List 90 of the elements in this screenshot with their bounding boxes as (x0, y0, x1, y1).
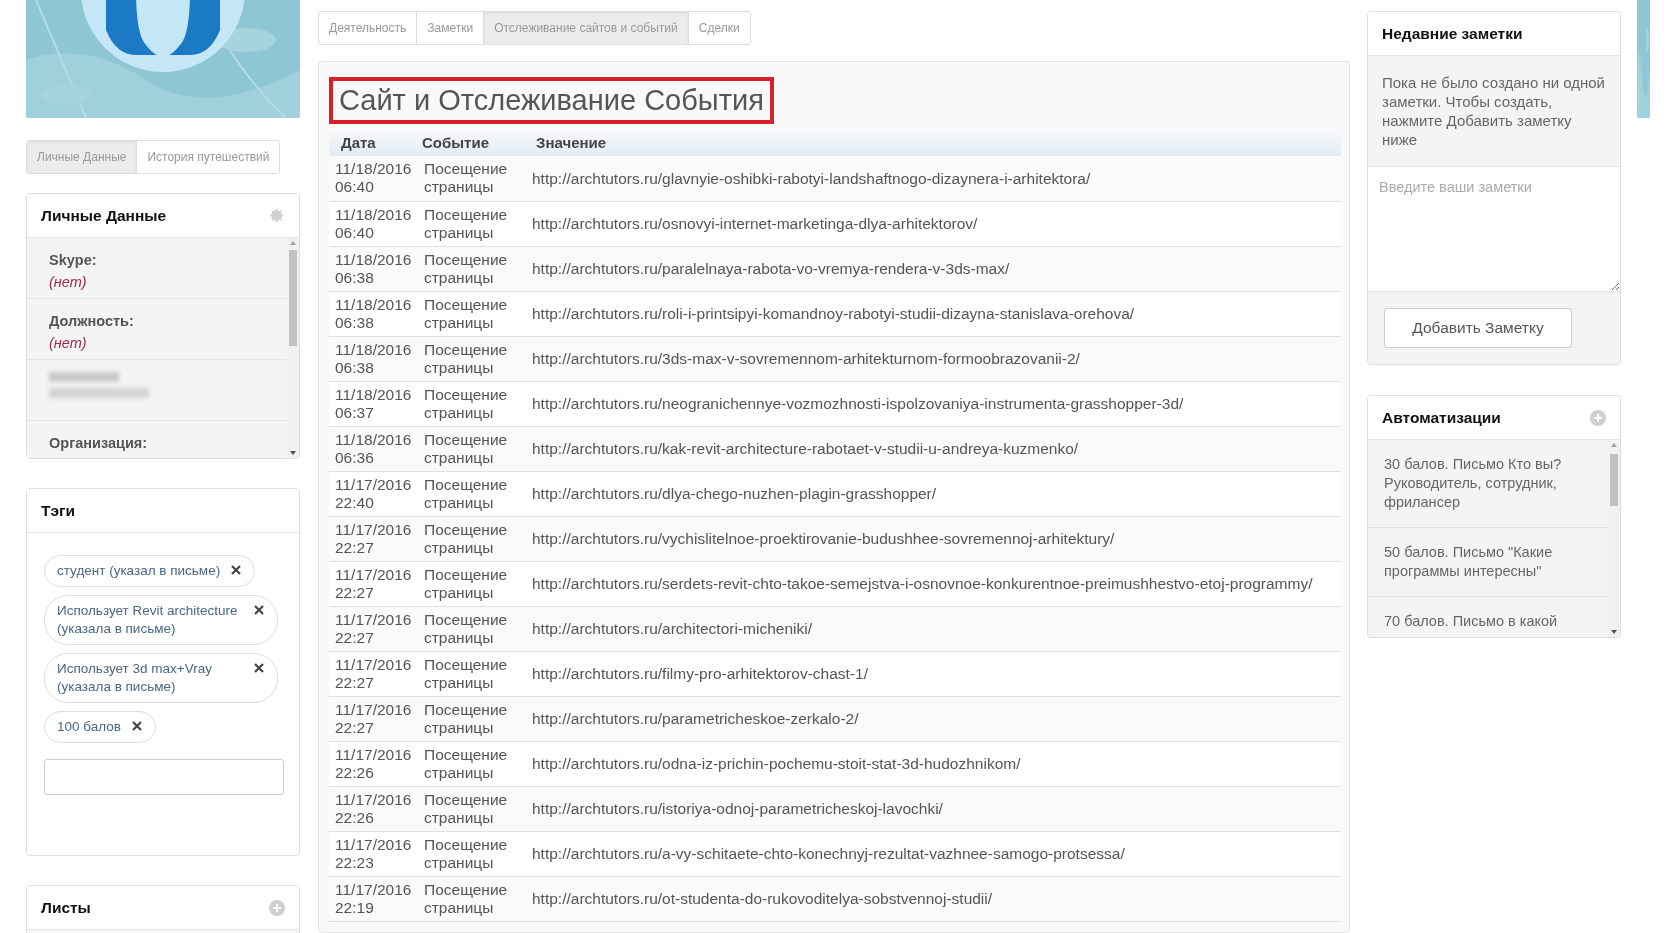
panel-title: Личные Данные (41, 205, 167, 226)
table-cell: 11/17/2016 22:27 (329, 651, 414, 696)
table-cell: Посещение страницы (414, 741, 532, 786)
table-cell: Посещение страницы (414, 876, 532, 921)
table-cell: 11/17/2016 22:27 (329, 516, 414, 561)
table-cell: 11/17/2016 22:27 (329, 696, 414, 741)
table-cell: 11/18/2016 06:38 (329, 336, 414, 381)
panel-title: Недавние заметки (1382, 23, 1523, 44)
table-cell: http://archtutors.ru/neogranichennye-vozmozhnosti-ispolzovaniya-instrumenta-grasshopper-3d/ (532, 381, 1341, 426)
table-cell: http://archtutors.ru/a-vy-schitaete-chto-konechnyj-rezultat-vazhnee-samogo-protsessa/ (532, 831, 1341, 876)
scroll-up-icon[interactable] (1610, 442, 1618, 448)
table-cell: Посещение страницы (414, 471, 532, 516)
panel-title: Листы (41, 897, 91, 918)
table-cell: Посещение страницы (414, 201, 532, 246)
scrollbar[interactable] (1608, 440, 1620, 637)
table-cell: 11/18/2016 06:37 (329, 381, 414, 426)
field-label: Организация: (49, 434, 149, 453)
add-note-button[interactable]: Добавить Заметку (1384, 308, 1572, 348)
close-icon[interactable] (253, 662, 265, 674)
table-cell: Посещение страницы (414, 381, 532, 426)
scrollbar[interactable] (287, 238, 299, 458)
tag-input[interactable] (44, 759, 284, 795)
field-value: (нет) (49, 333, 88, 353)
tag[interactable]: Использует Revit architecture (указала в письме) (44, 595, 278, 645)
table-cell: http://archtutors.ru/parametricheskoe-zerkalo-2/ (532, 696, 1341, 741)
automation-item[interactable]: 70 балов. Письмо в какой (1384, 612, 1592, 631)
table-cell: 11/17/2016 22:26 (329, 741, 414, 786)
table-cell: http://archtutors.ru/dlya-chego-nuzhen-plagin-grasshopper/ (532, 471, 1341, 516)
table-cell: Посещение страницы (414, 516, 532, 561)
table-cell: Посещение страницы (414, 336, 532, 381)
table-cell: 11/18/2016 06:38 (329, 291, 414, 336)
table-cell: 11/18/2016 06:36 (329, 426, 414, 471)
table-cell: 11/17/2016 22:23 (329, 831, 414, 876)
table-cell: Посещение страницы (414, 696, 532, 741)
column-header: Событие (414, 130, 532, 156)
scroll-down-icon[interactable] (1610, 629, 1618, 635)
table-cell: http://archtutors.ru/roli-i-printsipyi-komandnoy-rabotyi-studii-dizayna-stanislava-orehova/ (532, 291, 1341, 336)
table-cell: http://archtutors.ru/osnovyi-internet-marketinga-dlya-arhitektorov/ (532, 201, 1341, 246)
settings-icon[interactable] (270, 208, 285, 223)
table-cell: 11/17/2016 22:19 (329, 876, 414, 921)
table-cell: http://archtutors.ru/serdets-revit-chto-takoe-semejstva-i-osnovnoe-konkurentnoe-preimushhestvo-etoj-programmy/ (532, 561, 1341, 606)
table-cell: 11/18/2016 06:38 (329, 246, 414, 291)
field-label: Должность: (49, 312, 135, 331)
table-cell: http://archtutors.ru/ot-studenta-do-rukovoditelya-sobstvennoj-studii/ (532, 876, 1341, 921)
table-cell: Посещение страницы (414, 606, 532, 651)
table-cell: http://archtutors.ru/istoriya-odnoj-parametricheskoj-lavochki/ (532, 786, 1341, 831)
scrollbar-thumb[interactable] (1610, 454, 1618, 506)
table-cell: http://archtutors.ru/paralelnaya-rabota-vo-vremya-rendera-v-3ds-max/ (532, 246, 1341, 291)
empty-notes-text: Пока не было создано ни одной заметки. Чтобы создать, нажмите Добавить заметку ниже (1368, 56, 1620, 167)
table-cell: Посещение страницы (414, 156, 532, 201)
table-cell: Посещение страницы (414, 291, 532, 336)
tag[interactable]: Использует 3d max+Vray (указала в письме) (44, 653, 278, 703)
tab[interactable]: Сделки (687, 12, 750, 44)
table-cell: Посещение страницы (414, 651, 532, 696)
scroll-down-icon[interactable] (289, 450, 297, 456)
table-cell: 11/17/2016 22:40 (329, 471, 414, 516)
close-icon[interactable] (253, 604, 265, 616)
scroll-up-icon[interactable] (289, 240, 297, 246)
table-cell: 11/17/2016 22:27 (329, 561, 414, 606)
table-cell: Посещение страницы (414, 426, 532, 471)
table-cell: 11/18/2016 06:40 (329, 156, 414, 201)
table-cell: 11/18/2016 06:40 (329, 201, 414, 246)
table-cell: Посещение страницы (414, 246, 532, 291)
table-cell: http://archtutors.ru/vychislitelnoe-proektirovanie-budushhee-sovremennoj-arhitektury/ (532, 516, 1341, 561)
table-cell: 11/17/2016 22:26 (329, 786, 414, 831)
panel-title: Тэги (41, 500, 75, 521)
table-cell: http://archtutors.ru/glavnyie-oshibki-rabotyi-landshaftnogo-dizaynera-i-arhitektora/ (532, 156, 1341, 201)
table-cell: Посещение страницы (414, 786, 532, 831)
table-cell: http://archtutors.ru/architectori-micheniki/ (532, 606, 1341, 651)
field-label: Skype: (49, 251, 98, 270)
table-cell: Посещение страницы (414, 561, 532, 606)
panel-title: Автоматизации (1382, 407, 1501, 428)
table-cell: 11/17/2016 22:27 (329, 606, 414, 651)
column-header: Дата (329, 130, 414, 156)
column-header: Значение (532, 130, 1341, 156)
automation-item[interactable]: 50 балов. Письмо "Какие программы интересны" (1384, 543, 1592, 581)
table-cell: http://archtutors.ru/odna-iz-prichin-pochemu-stoit-stat-3d-hudozhnikom/ (532, 741, 1341, 786)
close-icon[interactable] (130, 720, 143, 732)
tab[interactable]: История путешествий (136, 141, 280, 173)
table-cell: http://archtutors.ru/filmy-pro-arhitektorov-chast-1/ (532, 651, 1341, 696)
table-cell: http://archtutors.ru/3ds-max-v-sovremennom-arhitekturnom-formoobrazovanii-2/ (532, 336, 1341, 381)
table-cell: Посещение страницы (414, 831, 532, 876)
add-icon[interactable] (1590, 409, 1606, 426)
field-value: (нет) (49, 272, 88, 292)
close-icon[interactable] (230, 564, 243, 576)
scrollbar-thumb[interactable] (289, 250, 297, 346)
automation-item[interactable]: 30 балов. Письмо Кто вы? Руководитель, сотрудник, фрилансер (1384, 455, 1592, 512)
add-icon[interactable] (269, 899, 285, 916)
table-cell: http://archtutors.ru/kak-revit-architecture-rabotaet-v-studii-u-andreya-kuzmenko/ (532, 426, 1341, 471)
section-title: Сайт и Отслеживание События (329, 77, 774, 124)
